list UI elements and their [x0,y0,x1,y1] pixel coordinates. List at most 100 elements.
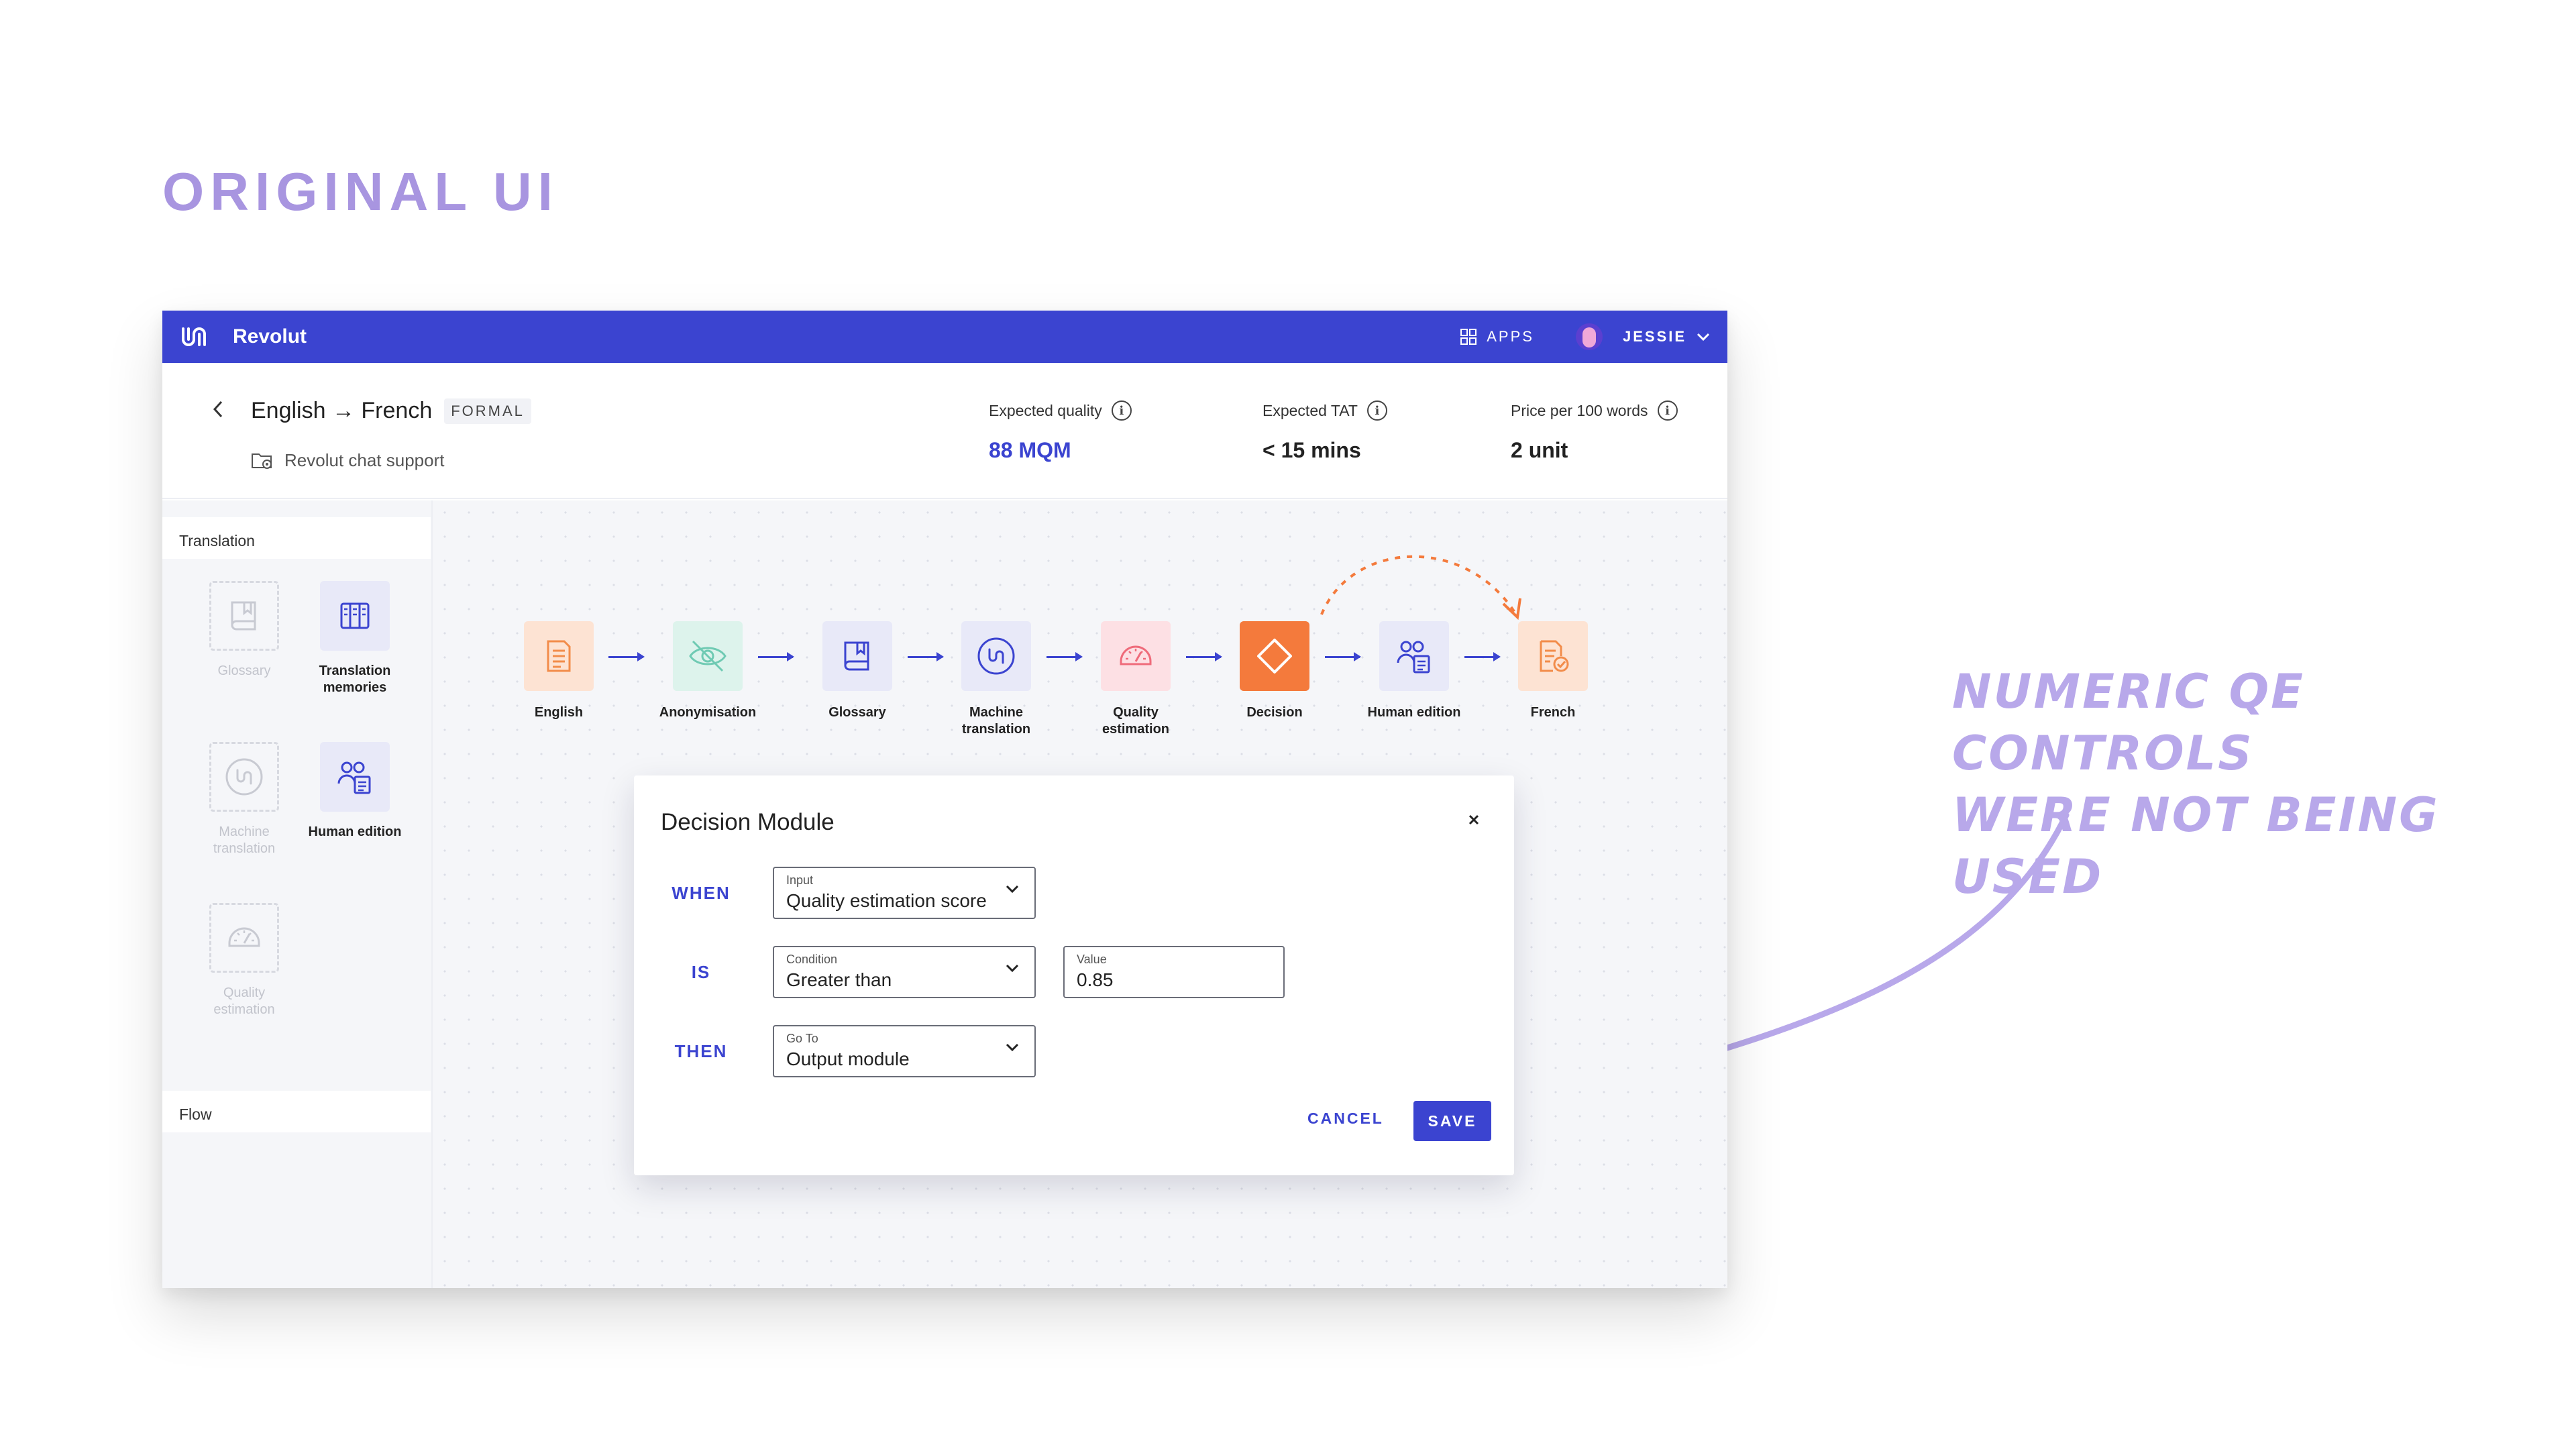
document-icon [547,640,571,672]
node-box [822,621,892,691]
node-glossary[interactable]: Glossary [804,621,911,721]
node-label: Quality estimation [1102,705,1170,737]
node-quality-estimation[interactable]: Quality estimation [1082,621,1189,738]
connector [608,652,645,661]
close-button[interactable] [1467,806,1481,833]
info-icon[interactable]: i [1111,400,1132,421]
workspace: Translation Glossary Translation memorie… [162,500,1727,1288]
metric-label: Price per 100 words [1511,401,1648,419]
tool-translation-memories[interactable]: Translation memories [305,581,405,696]
book-icon [231,601,256,631]
node-label: Human edition [1367,705,1461,720]
gauge-icon [1120,645,1152,665]
info-icon[interactable]: i [1366,400,1387,421]
then-label: THEN [674,1041,728,1061]
node-human-edition[interactable]: Human edition [1360,621,1468,721]
decision-module-dialog: Decision Module WHEN Input Quality estim… [634,775,1514,1175]
brand-name: Revolut [233,325,307,347]
connector [1464,652,1501,661]
metric-expected-quality: Expected quality i 88 MQM [989,400,1132,463]
tool-box [209,903,279,973]
metric-price: Price per 100 words i 2 unit [1511,400,1678,463]
connector [1046,652,1083,661]
field-label: Condition [786,953,838,966]
connector [908,652,944,661]
node-box [524,621,594,691]
node-label: Glossary [828,705,886,720]
chevron-left-icon [213,400,223,418]
is-label: IS [691,962,711,982]
avatar[interactable] [1575,323,1603,350]
node-box [1101,621,1171,691]
tool-machine-translation[interactable]: Machine translation [194,742,294,857]
node-label: Machine translation [961,705,1031,737]
node-english[interactable]: English [505,621,612,721]
save-button[interactable]: SAVE [1413,1101,1491,1141]
metric-label: Expected TAT [1263,401,1358,419]
tool-label: Translation memories [319,663,391,695]
field-value: 0.85 [1077,969,1114,990]
user-menu[interactable]: JESSIE [1623,328,1711,345]
dialog-title: Decision Module [661,809,835,835]
condition-select[interactable]: Condition Greater than [773,946,1036,998]
field-value: Output module [786,1049,910,1069]
value-input[interactable]: Value 0.85 [1063,946,1285,998]
project-name: Revolut chat support [284,450,445,470]
tool-label: Machine translation [213,824,276,856]
node-decision[interactable]: Decision [1221,621,1328,721]
flow-canvas[interactable]: English Anonymisation Glossary Machine t… [433,500,1727,1288]
tool-box [209,742,279,812]
diamond-icon [1257,639,1292,674]
apps-button[interactable]: APPS [1460,328,1534,345]
node-french[interactable]: French [1499,621,1607,721]
info-icon[interactable]: i [1657,400,1678,421]
input-select[interactable]: Input Quality estimation score [773,867,1036,919]
metric-value: 2 unit [1511,438,1568,462]
node-label: Anonymisation [659,705,757,720]
app-window: Revolut APPS JESSIE English → French FOR… [162,311,1727,1288]
user-name: JESSIE [1622,328,1686,345]
back-button[interactable] [211,398,225,427]
book-icon [844,641,869,671]
cancel-button[interactable]: CANCEL [1307,1110,1384,1128]
field-label: Go To [786,1032,818,1045]
gauge-icon [228,927,260,947]
metric-value: < 15 mins [1263,438,1361,462]
node-label: Decision [1246,705,1303,720]
node-anonymisation[interactable]: Anonymisation [654,621,761,721]
chevron-down-icon [1697,333,1710,341]
close-icon [1468,814,1479,825]
chevron-down-icon [1006,885,1019,894]
language-route: English → French [251,398,433,423]
node-box [1518,621,1588,691]
goto-select[interactable]: Go To Output module [773,1025,1036,1077]
people-edit-icon [1397,641,1430,674]
grid-icon [1460,329,1477,345]
tool-box [320,742,390,812]
tool-human-edition[interactable]: Human edition [305,742,405,841]
tone-badge: FORMAL [444,398,531,424]
folder-settings-icon [252,453,272,469]
field-value: Quality estimation score [786,890,987,911]
database-icon [340,602,370,629]
node-box [1379,621,1449,691]
tool-glossary[interactable]: Glossary [194,581,294,680]
connector [1325,652,1361,661]
chevron-down-icon [1006,964,1019,973]
chevron-down-icon [1006,1043,1019,1052]
tool-label: Human edition [308,824,402,839]
sidebar-section-translation[interactable]: Translation [162,517,431,559]
document-check-icon [1540,640,1569,672]
tool-quality-estimation[interactable]: Quality estimation [194,903,294,1018]
field-label: Value [1077,953,1107,966]
sidebar-section-flow[interactable]: Flow [162,1091,431,1132]
node-label: French [1530,705,1576,720]
apps-label: APPS [1487,328,1534,345]
project-info: Revolut chat support [251,450,444,471]
unbabel-logo-icon[interactable] [179,323,209,350]
top-bar: Revolut APPS JESSIE [162,311,1727,363]
page-header: English → French FORMAL Revolut chat sup… [162,363,1727,499]
tool-box [209,581,279,651]
unbabel-icon [225,758,263,796]
node-machine-translation[interactable]: Machine translation [943,621,1050,738]
